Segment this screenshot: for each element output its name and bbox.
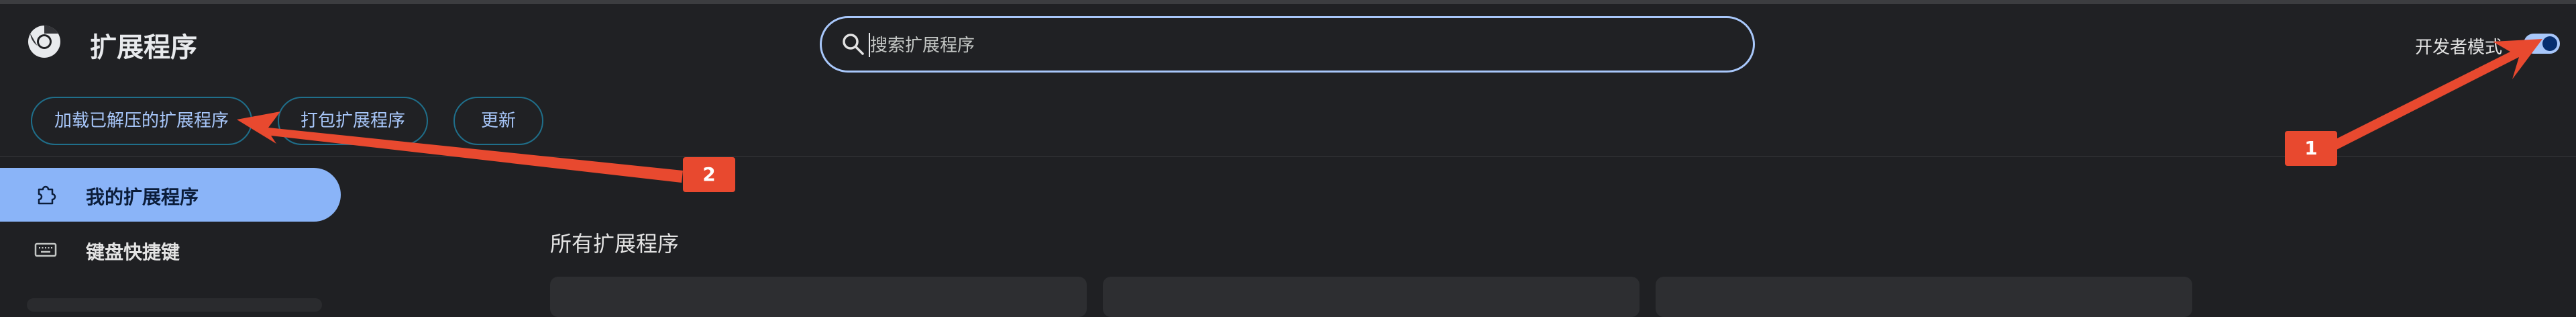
extension-card [1103, 277, 1640, 317]
load-unpacked-button[interactable]: 加载已解压的扩展程序 [31, 97, 252, 145]
page-title: 扩展程序 [90, 32, 197, 63]
sidebar-item-my-extensions[interactable]: 我的扩展程序 [0, 168, 341, 222]
update-button[interactable]: 更新 [453, 97, 543, 145]
developer-mode-label: 开发者模式 [2415, 38, 2503, 58]
search-box[interactable] [820, 16, 1755, 73]
header: 扩展程序 开发者模式 加载已解压的扩展程序 打包扩展程序 更新 [0, 4, 2576, 157]
keyboard-icon [34, 242, 57, 257]
search-input[interactable] [869, 30, 1542, 61]
extension-card [550, 277, 1087, 317]
chrome-logo-icon [28, 25, 60, 58]
puzzle-icon [38, 185, 56, 205]
sidebar-item-label: 键盘快捷键 [86, 241, 180, 263]
sidebar-item-keyboard-shortcuts[interactable]: 键盘快捷键 [0, 223, 341, 277]
extension-card [1656, 277, 2192, 317]
text-cursor [869, 33, 870, 57]
annotation-badge-1: 1 [2285, 131, 2337, 166]
search-icon [843, 34, 864, 55]
developer-mode-toggle[interactable] [2524, 34, 2560, 54]
sidebar-item-label: 我的扩展程序 [86, 186, 199, 208]
sidebar-item-partial [27, 298, 322, 312]
pack-extension-button[interactable]: 打包扩展程序 [278, 97, 428, 145]
toggle-knob [2542, 36, 2557, 51]
annotation-badge-2: 2 [683, 157, 735, 192]
section-title: 所有扩展程序 [550, 231, 680, 257]
